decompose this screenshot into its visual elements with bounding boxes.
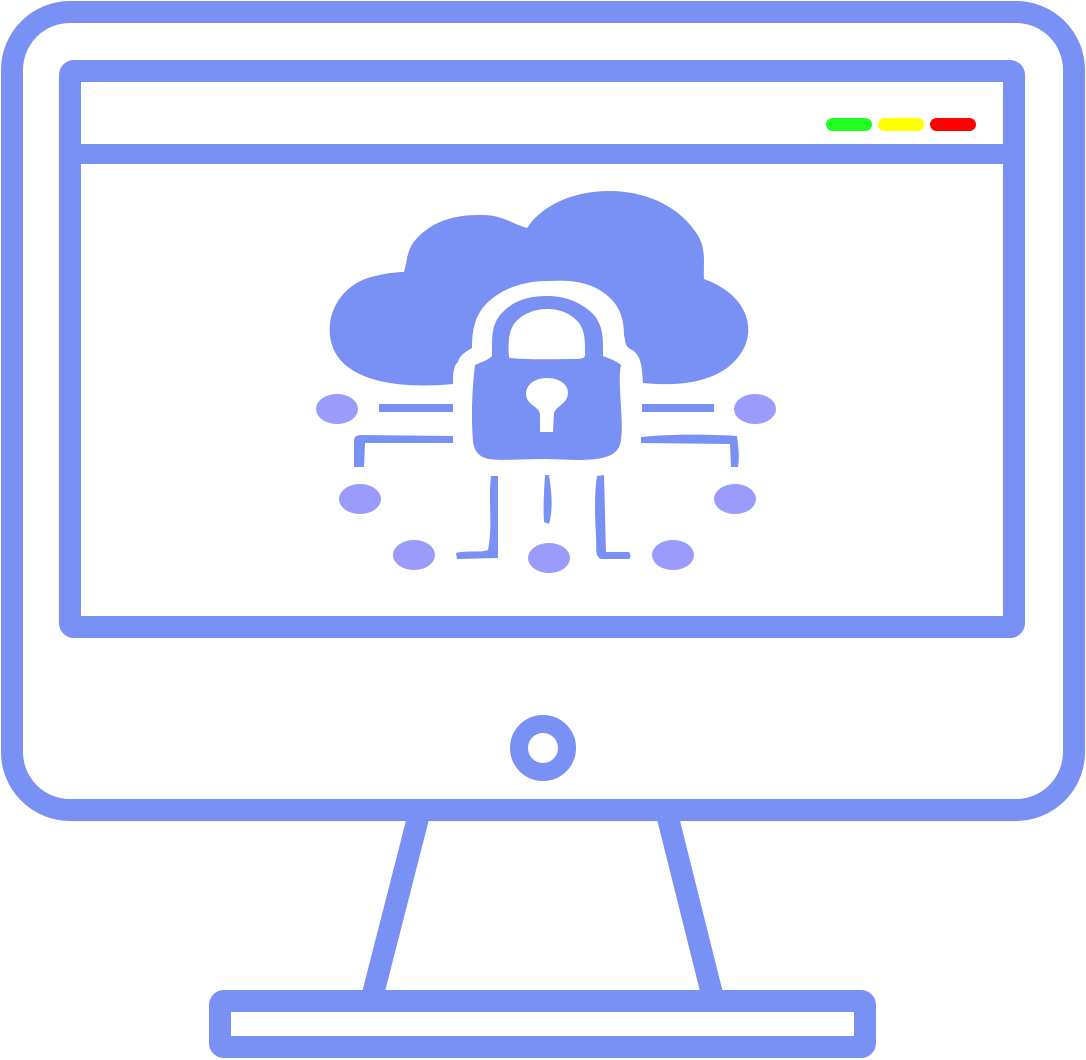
power-button-icon: [510, 715, 576, 781]
padlock-icon: [471, 296, 622, 460]
network-node: [316, 394, 358, 424]
network-node: [652, 540, 694, 570]
network-line-left-branch: [354, 435, 453, 467]
window-light-yellow: [878, 118, 924, 131]
network-node: [714, 484, 756, 514]
network-node: [393, 540, 435, 570]
network-line-left-top: [379, 404, 453, 412]
monitor-base: [209, 990, 876, 1058]
window-light-red: [930, 118, 976, 131]
cloud-icon: [329, 191, 749, 386]
network-node: [528, 543, 570, 573]
network-line-bottom-right: [595, 475, 631, 559]
network-node: [734, 394, 776, 424]
window-light-green: [826, 118, 872, 131]
window-titlebar-divider: [80, 144, 1003, 164]
monitor-icon: [1, 1, 1085, 1058]
network-line-right-branch: [641, 434, 739, 467]
network-line-bottom-center: [543, 475, 552, 524]
network-line-bottom-left: [456, 476, 498, 559]
network-line-right-top: [642, 404, 714, 412]
monitor-bezel: [1, 1, 1085, 821]
cloud-security-illustration: [0, 0, 1086, 1060]
network-node: [339, 484, 381, 514]
monitor-stand: [362, 815, 723, 997]
